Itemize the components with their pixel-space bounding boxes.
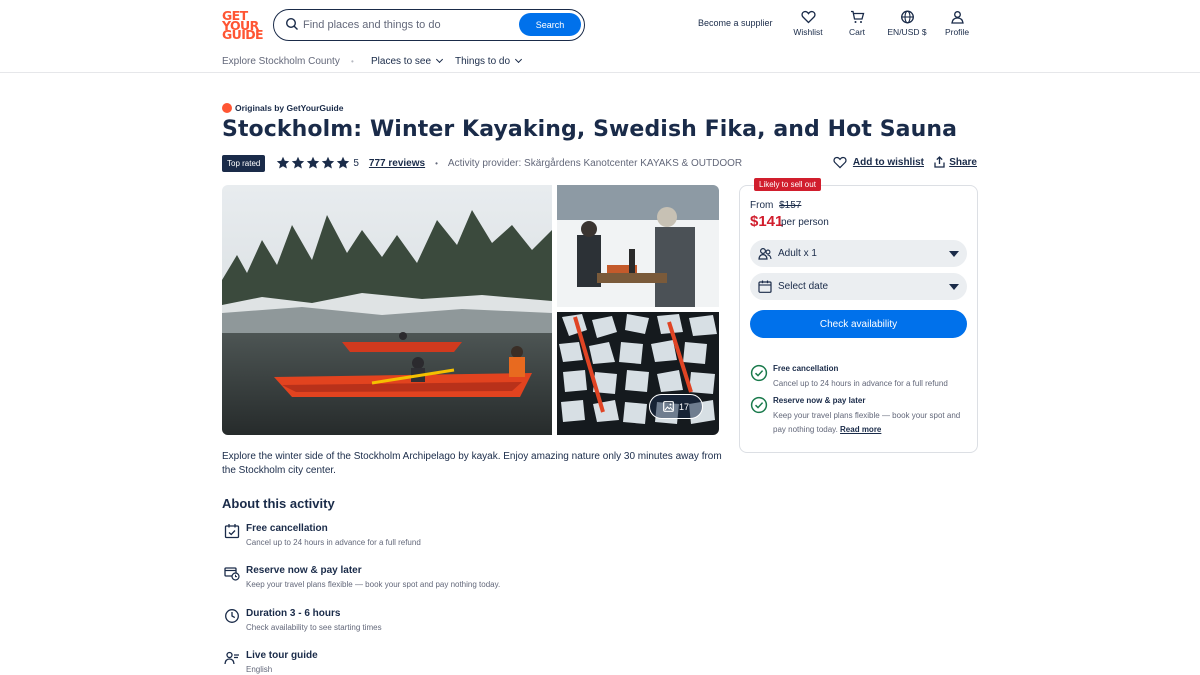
- dropdown-arrow-icon: [949, 284, 959, 290]
- kayaking-photo: [222, 185, 552, 435]
- clock-icon: [225, 609, 239, 623]
- fika-photo: [557, 185, 719, 307]
- chevron-down-icon: [515, 55, 523, 64]
- read-more-link[interactable]: Read more: [840, 425, 881, 434]
- feature-subtitle: Check availability to see starting times: [246, 623, 382, 632]
- heart-icon: [833, 156, 847, 169]
- current-price: $141: [750, 213, 784, 230]
- photo-gallery: 17: [222, 185, 719, 435]
- search-bar: Search: [273, 9, 585, 41]
- nav-places-to-see[interactable]: Places to see: [371, 55, 444, 67]
- originals-badge-icon: [222, 103, 232, 113]
- page-title: Stockholm: Winter Kayaking, Swedish Fika…: [222, 117, 958, 142]
- nav-label: Things to do: [455, 56, 511, 67]
- star-icon: [307, 156, 320, 169]
- logo-line: GUIDE: [222, 27, 264, 43]
- from-label: From: [750, 200, 774, 211]
- cart-icon: [850, 10, 864, 23]
- profile-label: Profile: [944, 27, 970, 37]
- top-rated-badge: Top rated: [222, 154, 266, 172]
- about-section-title: About this activity: [222, 496, 335, 511]
- search-button[interactable]: Search: [519, 13, 581, 36]
- photo-fika[interactable]: [557, 185, 719, 307]
- rating-stars: [276, 156, 350, 170]
- activity-description: Explore the winter side of the Stockholm…: [222, 451, 722, 476]
- top-bar: GET YOUR GUIDE Search Become a supplier …: [0, 0, 1200, 48]
- price-from: From $157: [750, 200, 801, 211]
- heart-icon: [800, 10, 816, 24]
- check-availability-button[interactable]: Check availability: [750, 310, 967, 338]
- image-icon: [663, 401, 674, 412]
- photo-count-button[interactable]: 17: [649, 394, 703, 419]
- feature-title: Free cancellation: [246, 523, 328, 534]
- feature-title: Reserve now & pay later: [246, 565, 362, 576]
- profile-button[interactable]: Profile: [927, 10, 987, 37]
- profile-icon: [950, 11, 964, 24]
- booking-feature-title: Reserve now & pay later: [773, 396, 866, 405]
- check-circle-icon: [750, 364, 768, 382]
- meta-separator: •: [435, 158, 438, 168]
- participants-value: Adult x 1: [778, 248, 817, 259]
- booking-feature-title: Free cancellation: [773, 364, 839, 373]
- search-input[interactable]: [303, 10, 513, 39]
- nav-things-to-do[interactable]: Things to do: [455, 55, 523, 67]
- feature-subtitle: Keep your travel plans flexible — book y…: [246, 580, 501, 589]
- feature-title: Duration 3 - 6 hours: [246, 608, 341, 619]
- booking-feature-subtitle: Keep your travel plans flexible — book y…: [773, 409, 968, 437]
- globe-icon: [900, 10, 914, 24]
- become-supplier-link[interactable]: Become a supplier: [698, 18, 773, 28]
- breadcrumb-explore[interactable]: Explore Stockholm County: [222, 56, 340, 67]
- booking-feature-subtitle: Cancel up to 24 hours in advance for a f…: [773, 379, 948, 388]
- originals-text: Originals by GetYourGuide: [235, 103, 344, 113]
- photo-count-value: 17: [678, 401, 689, 412]
- activity-meta-row: Top rated 5 777 reviews • Activity provi…: [222, 154, 977, 172]
- rating-value: 5: [353, 157, 359, 169]
- per-person-label: per person: [781, 217, 829, 228]
- date-select[interactable]: Select date: [750, 273, 967, 300]
- guide-icon: [224, 651, 239, 665]
- reviews-link[interactable]: 777 reviews: [369, 158, 425, 169]
- share-button[interactable]: Share: [934, 156, 977, 168]
- calendar-check-icon: [224, 524, 240, 539]
- sub-navigation: Explore Stockholm County • Places to see…: [0, 48, 1200, 73]
- star-icon: [292, 156, 305, 169]
- add-to-wishlist-label: Add to wishlist: [852, 157, 924, 168]
- activity-provider: Activity provider: Skärgårdens Kanotcent…: [447, 157, 743, 169]
- participants-select[interactable]: Adult x 1: [750, 240, 967, 267]
- main-photo-kayaking[interactable]: [222, 185, 552, 435]
- star-icon: [277, 156, 290, 169]
- chevron-down-icon: [436, 55, 444, 64]
- add-to-wishlist-button[interactable]: Add to wishlist: [833, 156, 924, 169]
- breadcrumb-separator: •: [351, 57, 354, 66]
- feature-subtitle: English: [246, 665, 273, 674]
- star-icon: [337, 156, 350, 169]
- date-value: Select date: [778, 281, 829, 292]
- search-icon: [285, 17, 298, 30]
- feature-title: Live tour guide: [246, 650, 318, 661]
- card-clock-icon: [224, 567, 240, 581]
- share-icon: [934, 156, 945, 168]
- likely-to-sell-out-badge: Likely to sell out: [754, 178, 821, 191]
- dropdown-arrow-icon: [949, 251, 959, 257]
- check-circle-icon: [750, 396, 768, 414]
- old-price: $157: [779, 200, 802, 211]
- participants-icon: [758, 247, 772, 260]
- feature-subtitle: Cancel up to 24 hours in advance for a f…: [246, 538, 421, 547]
- getyourguide-logo[interactable]: GET YOUR GUIDE: [222, 10, 264, 43]
- nav-label: Places to see: [371, 56, 432, 67]
- calendar-icon: [758, 280, 772, 293]
- originals-label: Originals by GetYourGuide: [222, 103, 343, 113]
- star-icon: [322, 156, 335, 169]
- share-label: Share: [949, 156, 977, 168]
